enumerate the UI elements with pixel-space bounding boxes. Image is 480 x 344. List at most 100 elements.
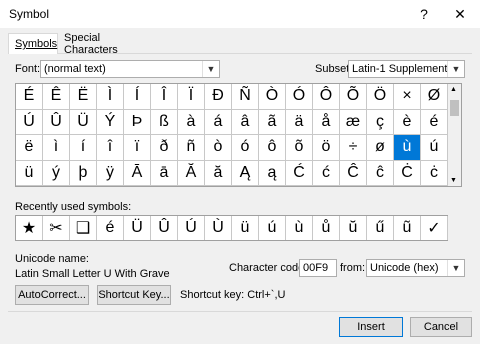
symbol-cell[interactable]: ċ <box>421 160 448 186</box>
symbol-cell[interactable]: ā <box>151 160 178 186</box>
symbol-cell[interactable]: Ċ <box>394 160 421 186</box>
symbol-cell[interactable]: ð <box>151 135 178 161</box>
recent-symbol-cell[interactable]: ŭ <box>340 216 367 240</box>
symbol-cell[interactable]: á <box>205 109 232 135</box>
symbol-cell[interactable]: Í <box>124 84 151 110</box>
symbol-cell[interactable]: ù <box>394 135 421 161</box>
symbol-cell[interactable]: Ý <box>97 109 124 135</box>
recent-symbol-cell[interactable]: ú <box>259 216 286 240</box>
recent-symbol-cell[interactable]: ❑ <box>70 216 97 240</box>
recent-symbol-cell[interactable]: ũ <box>394 216 421 240</box>
symbol-cell[interactable]: ï <box>124 135 151 161</box>
symbol-cell[interactable]: ó <box>232 135 259 161</box>
symbol-cell[interactable]: Ñ <box>232 84 259 110</box>
recent-symbol-cell[interactable]: ü <box>232 216 259 240</box>
symbol-grid[interactable]: É Ê Ë Ì Í Î Ï Ð Ñ Ò Ó Ô Õ Ö × Ø Ú Û Ü Ý Þß à á â ã ä å æ ç è é ë ì í î ï ð ñ ò… <box>15 83 448 187</box>
recent-symbol-cell[interactable]: ✓ <box>421 216 448 240</box>
shortcut-key-button[interactable]: Shortcut Key... <box>97 285 171 305</box>
font-dropdown[interactable]: (normal text) ▼ <box>40 60 220 78</box>
symbol-cell[interactable]: Û <box>43 109 70 135</box>
symbol-cell[interactable]: ã <box>259 109 286 135</box>
subset-dropdown[interactable]: Latin-1 Supplement ▼ <box>348 60 465 78</box>
symbol-cell[interactable]: É <box>16 84 43 110</box>
symbol-grid-scrollbar[interactable]: ▲ ▼ <box>448 83 462 187</box>
symbol-cell[interactable]: Ć <box>286 160 313 186</box>
recent-symbol-cell[interactable]: ù <box>286 216 313 240</box>
symbol-cell[interactable]: Ï <box>178 84 205 110</box>
symbol-cell[interactable]: Ü <box>70 109 97 135</box>
scroll-down-icon[interactable]: ▼ <box>450 177 457 184</box>
symbol-cell[interactable]: Ú <box>16 109 43 135</box>
symbol-cell[interactable]: Ö <box>367 84 394 110</box>
cancel-button[interactable]: Cancel <box>410 317 472 337</box>
tab-special-characters[interactable]: Special Characters <box>58 32 150 56</box>
symbol-cell[interactable]: ý <box>43 160 70 186</box>
recent-symbol-cell[interactable]: ★ <box>16 216 43 240</box>
symbol-cell[interactable]: ä <box>286 109 313 135</box>
from-value: Unicode (hex) <box>370 262 439 274</box>
tab-symbols[interactable]: Symbols <box>8 33 58 54</box>
symbol-cell[interactable]: ÷ <box>340 135 367 161</box>
symbol-cell[interactable]: Ô <box>313 84 340 110</box>
symbol-cell[interactable]: × <box>394 84 421 110</box>
symbol-cell[interactable]: ĉ <box>367 160 394 186</box>
symbol-cell[interactable]: Ă <box>178 160 205 186</box>
symbol-cell[interactable]: ú <box>421 135 448 161</box>
symbol-cell[interactable]: ì <box>43 135 70 161</box>
symbol-cell[interactable]: í <box>70 135 97 161</box>
symbol-cell[interactable]: Ð <box>205 84 232 110</box>
symbol-cell[interactable]: ø <box>367 135 394 161</box>
symbol-cell[interactable]: Õ <box>340 84 367 110</box>
recent-symbols[interactable]: ★ ✂ ❑ é Ü Û Ú Ùü ú ù ů ŭ ű ũ ✓ <box>15 215 448 241</box>
symbol-cell[interactable]: Ò <box>259 84 286 110</box>
recent-symbol-cell[interactable]: ů <box>313 216 340 240</box>
recent-symbol-cell[interactable]: Ú <box>178 216 205 240</box>
symbol-cell[interactable]: Ê <box>43 84 70 110</box>
symbol-cell[interactable]: Ì <box>97 84 124 110</box>
symbol-cell[interactable]: ò <box>205 135 232 161</box>
scroll-thumb[interactable] <box>450 100 459 116</box>
symbol-cell[interactable]: ñ <box>178 135 205 161</box>
symbol-cell[interactable]: Ë <box>70 84 97 110</box>
symbol-cell[interactable]: ë <box>16 135 43 161</box>
symbol-cell[interactable]: ü <box>16 160 43 186</box>
recent-symbol-cell[interactable]: Ü <box>124 216 151 240</box>
symbol-cell[interactable]: ö <box>313 135 340 161</box>
recent-symbol-cell[interactable]: é <box>97 216 124 240</box>
symbol-cell[interactable]: ÿ <box>97 160 124 186</box>
symbol-cell[interactable]: ć <box>313 160 340 186</box>
symbol-cell[interactable]: Î <box>151 84 178 110</box>
window-title: Symbol <box>9 7 50 21</box>
symbol-cell[interactable]: ç <box>367 109 394 135</box>
symbol-cell[interactable]: à <box>178 109 205 135</box>
symbol-cell[interactable]: ă <box>205 160 232 186</box>
close-button[interactable]: ✕ <box>442 0 478 28</box>
recent-symbol-cell[interactable]: Û <box>151 216 178 240</box>
symbol-cell[interactable]: ô <box>259 135 286 161</box>
symbol-cell[interactable]: å <box>313 109 340 135</box>
recent-symbol-cell[interactable]: ű <box>367 216 394 240</box>
symbol-cell[interactable]: ą <box>259 160 286 186</box>
symbol-cell[interactable]: þ <box>70 160 97 186</box>
symbol-cell[interactable]: Ĉ <box>340 160 367 186</box>
symbol-cell[interactable]: Þ <box>124 109 151 135</box>
symbol-cell[interactable]: î <box>97 135 124 161</box>
symbol-cell[interactable]: è <box>394 109 421 135</box>
from-dropdown[interactable]: Unicode (hex) ▼ <box>366 259 465 277</box>
autocorrect-button[interactable]: AutoCorrect... <box>15 285 89 305</box>
help-button[interactable]: ? <box>406 0 442 28</box>
symbol-cell[interactable]: Ā <box>124 160 151 186</box>
recent-symbol-cell[interactable]: Ù <box>205 216 232 240</box>
insert-button[interactable]: Insert <box>339 317 403 337</box>
char-code-input[interactable]: 00F9 <box>299 259 337 277</box>
recent-symbol-cell[interactable]: ✂ <box>43 216 70 240</box>
symbol-cell[interactable]: â <box>232 109 259 135</box>
symbol-cell[interactable]: é <box>421 109 448 135</box>
symbol-cell[interactable]: Ø <box>421 84 448 110</box>
scroll-up-icon[interactable]: ▲ <box>450 86 457 93</box>
symbol-cell[interactable]: Ó <box>286 84 313 110</box>
symbol-cell[interactable]: õ <box>286 135 313 161</box>
symbol-cell[interactable]: Ą <box>232 160 259 186</box>
symbol-cell[interactable]: æ <box>340 109 367 135</box>
symbol-cell[interactable]: ß <box>151 109 178 135</box>
